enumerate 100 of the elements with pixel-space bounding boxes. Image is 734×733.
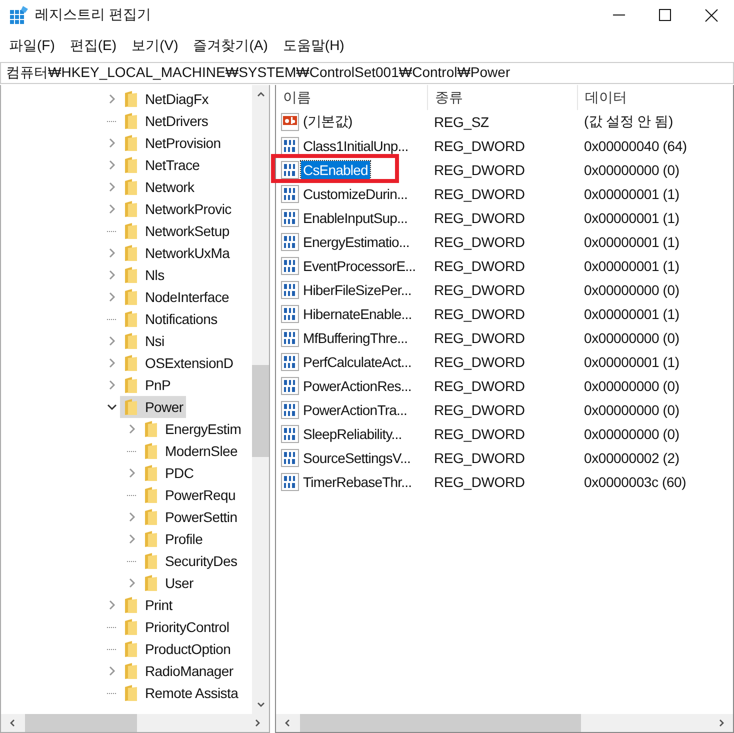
table-cell-text: REG_SZ <box>433 114 490 130</box>
table-cell-text: 0x00000000 (0) <box>583 402 680 418</box>
value-name[interactable]: (기본값) <box>301 112 354 132</box>
folder-icon <box>144 464 158 482</box>
value-name[interactable]: HibernateEnable... <box>301 305 414 323</box>
folder-icon <box>124 332 138 350</box>
tree-item[interactable]: PDC <box>140 462 197 484</box>
tree-item[interactable]: Network <box>120 176 198 198</box>
folder-icon <box>124 156 138 174</box>
folder-icon <box>124 662 138 680</box>
tree-item[interactable]: PowerSettin <box>140 506 240 528</box>
menu-item[interactable]: 파일(F) <box>2 34 62 58</box>
tree-item[interactable]: PnP <box>120 374 174 396</box>
table-cell-text: REG_DWORD <box>433 402 526 418</box>
tree-item[interactable]: Nls <box>120 264 168 286</box>
string-value-icon <box>281 113 299 131</box>
tree-item[interactable]: Nsi <box>120 330 168 352</box>
value-name[interactable]: CustomizeDurin... <box>301 185 410 203</box>
value-name[interactable]: PerfCalculateAct... <box>301 353 414 371</box>
horizontal-scrollbar[interactable] <box>276 714 733 732</box>
folder-icon <box>124 618 138 636</box>
value-name[interactable]: EnergyEstimatio... <box>301 233 412 251</box>
table-cell-text: REG_DWORD <box>433 258 526 274</box>
value-name[interactable]: HiberFileSizePer... <box>301 281 414 299</box>
tree-item[interactable]: RadioManager <box>120 660 236 682</box>
table-cell-text: REG_DWORD <box>433 330 526 346</box>
folder-icon <box>124 596 138 614</box>
table-cell-text: 0x00000001 (1) <box>583 186 680 202</box>
tree-item[interactable]: PowerRequ <box>140 484 238 506</box>
table-cell-text: REG_DWORD <box>433 234 526 250</box>
tree-item[interactable]: NetDiagFx <box>120 88 212 110</box>
tree-item[interactable]: OSExtensionD <box>120 352 236 374</box>
table-cell-text: 0x00000001 (1) <box>583 258 680 274</box>
binary-value-icon <box>281 137 299 155</box>
close-icon <box>704 8 718 22</box>
table-cell-text: 0x00000001 (1) <box>583 234 680 250</box>
menu-item[interactable]: 도움말(H) <box>276 34 352 58</box>
table-cell-text: REG_DWORD <box>433 138 526 154</box>
value-name[interactable]: Class1InitialUnp... <box>301 137 410 155</box>
folder-icon <box>124 90 138 108</box>
folder-icon <box>124 266 138 284</box>
binary-value-icon <box>281 209 299 227</box>
folder-icon <box>144 530 158 548</box>
folder-icon <box>144 486 158 504</box>
folder-icon <box>144 574 158 592</box>
value-name[interactable]: SourceSettingsV... <box>301 449 412 467</box>
tree-item[interactable]: Power <box>120 396 186 418</box>
tree-item[interactable]: NetProvision <box>120 132 224 154</box>
menu-item[interactable]: 즐겨찾기(A) <box>186 34 275 58</box>
horizontal-scrollbar[interactable] <box>1 714 269 732</box>
tree-item[interactable]: EnergyEstim <box>140 418 244 440</box>
value-name[interactable]: PowerActionRes... <box>301 377 414 395</box>
folder-icon <box>124 684 138 702</box>
table-cell-text: 0x00000000 (0) <box>583 378 680 394</box>
table-cell-text: REG_DWORD <box>433 306 526 322</box>
value-name[interactable]: EventProcessorE... <box>301 257 418 275</box>
tree-item[interactable]: NodeInterface <box>120 286 232 308</box>
table-cell-text: 0x00000001 (1) <box>583 210 680 226</box>
address-field[interactable]: 컴퓨터₩HKEY_LOCAL_MACHINE₩SYSTEM₩ControlSet001₩Control₩Power <box>0 62 734 84</box>
value-name[interactable]: CsEnabled <box>301 161 370 179</box>
binary-value-icon <box>281 305 299 323</box>
tree-item[interactable]: NetworkProvic <box>120 198 234 220</box>
binary-value-icon <box>281 377 299 395</box>
tree-item[interactable]: Remote Assista <box>120 682 242 704</box>
table-cell-text: 0x00000000 (0) <box>583 330 680 346</box>
tree-item[interactable]: SecurityDes <box>140 550 240 572</box>
window-title: 레지스트리 편집기 <box>35 6 151 24</box>
tree-item[interactable]: ModernSlee <box>140 440 240 462</box>
scrollbar-thumb[interactable] <box>300 714 581 732</box>
value-name[interactable]: MfBufferingThre... <box>301 329 410 347</box>
tree-item[interactable]: NetworkUxMa <box>120 242 233 264</box>
folder-icon <box>124 134 138 152</box>
value-name[interactable]: PowerActionTra... <box>301 401 409 419</box>
tree-item[interactable]: ProductOption <box>120 638 234 660</box>
scrollbar-thumb[interactable] <box>25 714 137 732</box>
binary-value-icon <box>281 401 299 419</box>
tree-item[interactable]: Notifications <box>120 308 220 330</box>
value-name[interactable]: SleepReliability... <box>301 425 404 443</box>
table-cell-text: 0x00000001 (1) <box>583 354 680 370</box>
tree-item[interactable]: PriorityControl <box>120 616 232 638</box>
tree-item[interactable]: NetTrace <box>120 154 203 176</box>
table-cell-text: REG_DWORD <box>433 378 526 394</box>
table-cell-text: REG_DWORD <box>433 450 526 466</box>
tree-item[interactable]: NetworkSetup <box>120 220 232 242</box>
folder-icon <box>144 508 158 526</box>
table-cell-text: 0x00000000 (0) <box>583 162 680 178</box>
tree-item[interactable]: User <box>140 572 196 594</box>
value-name[interactable]: TimerRebaseThr... <box>301 473 414 491</box>
tree-item[interactable]: Profile <box>140 528 206 550</box>
tree-item[interactable]: NetDrivers <box>120 110 212 132</box>
binary-value-icon <box>281 185 299 203</box>
value-name[interactable]: EnableInputSup... <box>301 209 410 227</box>
scrollbar-thumb[interactable] <box>252 365 269 457</box>
menu-item[interactable]: 보기(V) <box>124 34 186 58</box>
menu-item[interactable]: 편집(E) <box>62 34 124 58</box>
binary-value-icon <box>281 257 299 275</box>
table-cell-text: 0x0000003c (60) <box>583 474 688 490</box>
vertical-scrollbar[interactable] <box>252 85 269 714</box>
folder-icon <box>124 244 138 262</box>
tree-item[interactable]: Print <box>120 594 176 616</box>
